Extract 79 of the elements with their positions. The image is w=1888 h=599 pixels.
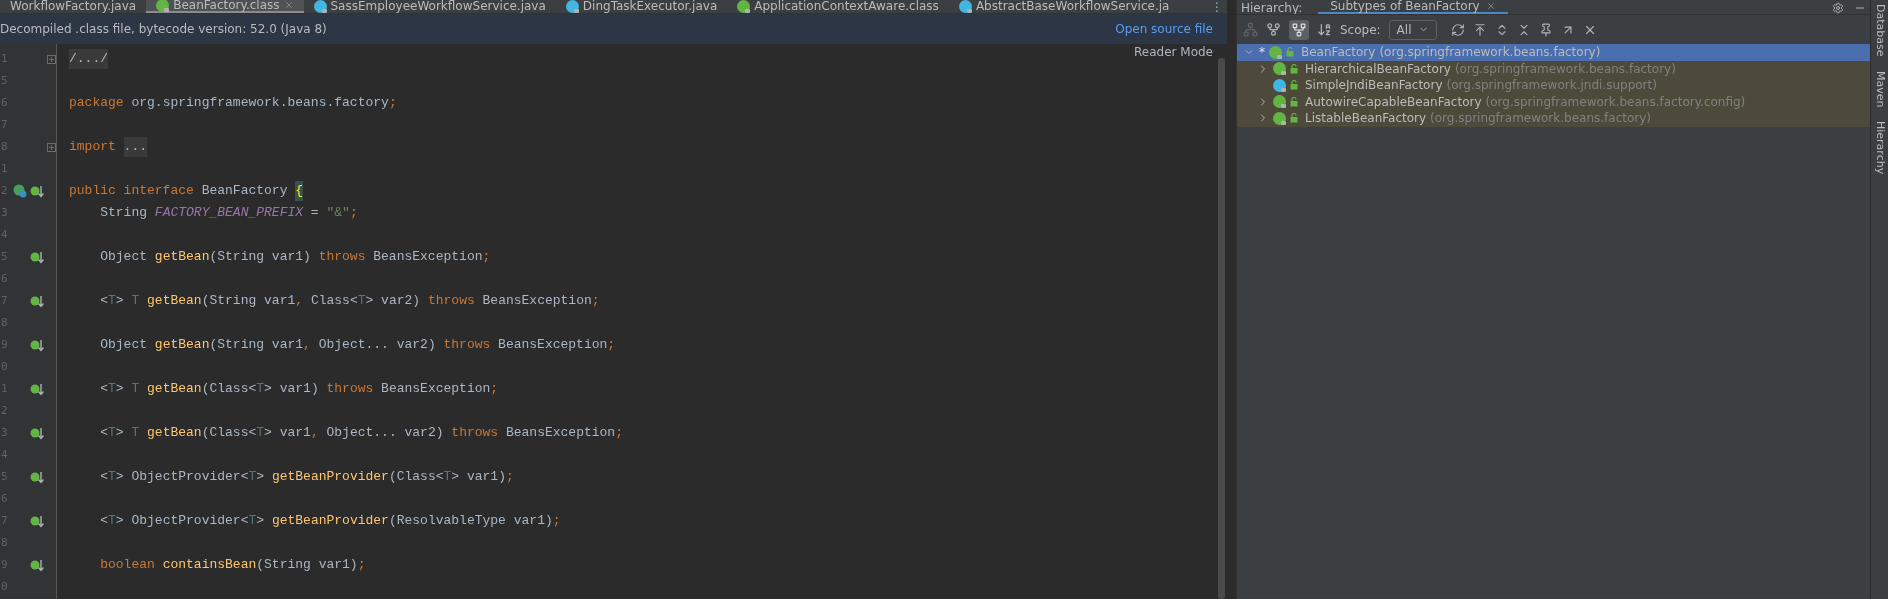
package-name: (org.springframework.beans.factory) [1379,44,1601,62]
fold-icon[interactable] [47,54,56,64]
interface-icon [1269,45,1282,59]
interface-icon [1273,95,1286,109]
editor-tab[interactable]: BeanFactory.class [146,0,304,13]
type-name: AutowireCapableBeanFactory [1305,93,1482,111]
overridden-icon[interactable] [29,426,44,440]
pin-icon[interactable] [1538,22,1553,37]
code-line: <T> T getBean(String var1, Class<T> var2) throws BeansException; [99,292,601,311]
type-name: ListableBeanFactory [1305,110,1427,128]
lock-icon [1290,96,1298,107]
subtypes-tab[interactable]: Subtypes of BeanFactory [1318,0,1508,14]
overridden-icon[interactable] [29,558,44,572]
type-name: HierarchicalBeanFactory [1305,60,1451,78]
package-name: (org.springframework.jndi.support) [1446,77,1657,95]
interface-icon [1273,62,1286,76]
subtypes-toggle[interactable] [1289,19,1309,40]
banner-message: Decompiled .class file, bytecode version: 52.0 (Java 8) [0,21,327,38]
type-name: BeanFactory [1301,44,1376,62]
code-line: <T> ObjectProvider<T> getBeanProvider(ResolvableType var1); [99,512,562,531]
class-icon [1273,78,1286,92]
editor-tab[interactable]: WorkflowFactory.java [0,0,147,13]
lock-icon [1286,47,1294,58]
hierarchy-label: Hierarchy: [1240,2,1304,14]
type-hierarchy-icon[interactable] [1266,22,1281,37]
implemented-icon[interactable] [12,184,27,198]
export-icon[interactable] [1472,22,1487,37]
tool-window-tab[interactable]: Maven [1871,70,1888,107]
tree-item[interactable]: * BeanFactory (org.springframework.beans.factory) [1237,44,1870,61]
code-line: Object getBean(String var1, Object... var2) throws BeansException; [99,336,617,355]
overridden-icon[interactable] [29,184,44,198]
lock-icon [1290,63,1298,74]
code-line: package org.springframework.beans.factory; [68,94,398,113]
lock-icon [1290,113,1298,124]
open-source-link[interactable]: Open source file [1115,20,1213,38]
code-line: <T> T getBean(Class<T> var1, Object... var2) throws BeansException; [99,424,624,443]
overridden-icon[interactable] [29,382,44,396]
type-name: SimpleJndiBeanFactory [1305,77,1443,95]
editor-tab[interactable]: AbstractBaseWorkflowService.ja [948,0,1180,13]
editor-tab[interactable]: ApplicationContextAware.class [727,0,949,13]
scrollbar[interactable] [1218,58,1225,599]
code-line: <T> ObjectProvider<T> getBeanProvider(Class<T> var1); [99,468,515,487]
sort-icon[interactable] [1317,22,1332,37]
editor-tab[interactable]: SassEmployeeWorkflowService.java [303,0,556,13]
tool-window-tab[interactable]: Hierarchy [1871,121,1888,175]
scope-label: Scope: [1340,21,1381,39]
class-icon [313,0,327,13]
package-name: (org.springframework.beans.factory) [1454,60,1676,78]
interface-icon [1273,111,1286,125]
tool-window-tab[interactable]: Database [1871,4,1888,57]
class-icon [958,0,972,13]
code-line: import ... [68,136,149,158]
overridden-icon[interactable] [29,338,44,352]
settings-icon[interactable] [1832,2,1844,14]
tree-item[interactable]: ListableBeanFactory (org.springframework.beans.factory) [1237,110,1870,127]
interface-icon [156,0,170,12]
class-icon [565,0,579,13]
overridden-icon[interactable] [29,514,44,528]
fold-icon[interactable] [47,142,56,152]
package-name: (org.springframework.beans.factory.config) [1485,93,1746,111]
code-line: public interface BeanFactory { [68,180,305,202]
code-line: boolean containsBean(String var1); [99,556,367,575]
lock-icon [1290,80,1298,91]
scope-dropdown[interactable]: All [1388,19,1437,40]
base-marker: * [1259,46,1265,59]
tree-item[interactable]: SimpleJndiBeanFactory (org.springframework.jndi.support) [1237,77,1870,94]
package-name: (org.springframework.beans.factory) [1430,110,1652,128]
editor-tab[interactable]: DingTaskExecutor.java [555,0,728,13]
close-icon[interactable] [1485,1,1496,11]
code-line: Object getBean(String var1) throws BeansException; [99,248,492,267]
refresh-icon[interactable] [1450,22,1465,37]
interface-icon [737,0,751,13]
overridden-icon[interactable] [29,294,44,308]
reader-mode-button[interactable]: Reader Mode [1134,43,1213,61]
more-tabs-icon[interactable]: ⋮ [1207,1,1227,13]
code-line: <T> T getBean(Class<T> var1) throws BeansException; [99,380,500,399]
overridden-icon[interactable] [29,250,44,264]
code-line: String FACTORY_BEAN_PREFIX = "&"; [99,204,359,223]
overridden-icon[interactable] [29,470,44,484]
